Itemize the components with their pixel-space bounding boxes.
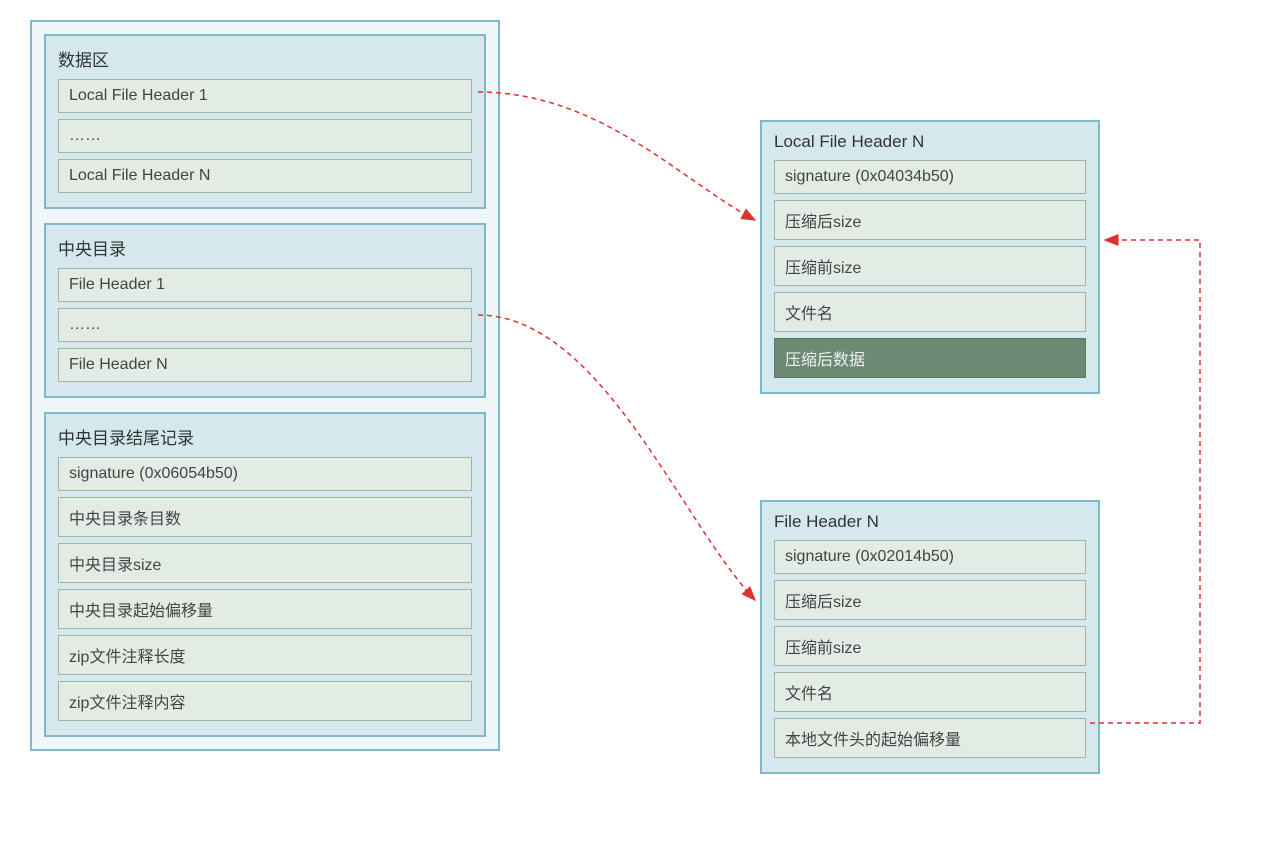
- data-area-section: 数据区 Local File Header 1 …… Local File He…: [44, 34, 486, 209]
- data-area-title: 数据区: [58, 46, 472, 71]
- field-row: File Header N: [58, 348, 472, 382]
- field-row-compressed-data: 压缩后数据: [774, 338, 1086, 378]
- field-row: Local File Header N: [58, 159, 472, 193]
- field-row: 本地文件头的起始偏移量: [774, 718, 1086, 758]
- field-row: ……: [58, 119, 472, 153]
- field-row: zip文件注释内容: [58, 681, 472, 721]
- zip-structure-container: 数据区 Local File Header 1 …… Local File He…: [30, 20, 500, 751]
- field-row: 中央目录size: [58, 543, 472, 583]
- field-row: 压缩前size: [774, 246, 1086, 286]
- field-row: Local File Header 1: [58, 79, 472, 113]
- field-row: 压缩后size: [774, 200, 1086, 240]
- local-file-header-detail: Local File Header N signature (0x04034b5…: [760, 120, 1100, 394]
- field-row: 文件名: [774, 292, 1086, 332]
- field-row: 压缩前size: [774, 626, 1086, 666]
- eocd-section: 中央目录结尾记录 signature (0x06054b50) 中央目录条目数 …: [44, 412, 486, 737]
- field-row: 中央目录起始偏移量: [58, 589, 472, 629]
- eocd-title: 中央目录结尾记录: [58, 424, 472, 449]
- lfh-detail-title: Local File Header N: [774, 132, 1086, 152]
- field-row: signature (0x06054b50): [58, 457, 472, 491]
- field-row: signature (0x02014b50): [774, 540, 1086, 574]
- field-row: 文件名: [774, 672, 1086, 712]
- fh-detail-title: File Header N: [774, 512, 1086, 532]
- field-row: 中央目录条目数: [58, 497, 472, 537]
- arrow-fh: [478, 315, 755, 600]
- central-directory-title: 中央目录: [58, 235, 472, 260]
- central-directory-section: 中央目录 File Header 1 …… File Header N: [44, 223, 486, 398]
- arrow-offset-to-lfh: [1090, 240, 1200, 723]
- field-row: signature (0x04034b50): [774, 160, 1086, 194]
- arrow-lfh: [478, 92, 755, 220]
- field-row: 压缩后size: [774, 580, 1086, 620]
- field-row: zip文件注释长度: [58, 635, 472, 675]
- field-row: File Header 1: [58, 268, 472, 302]
- field-row: ……: [58, 308, 472, 342]
- file-header-detail: File Header N signature (0x02014b50) 压缩后…: [760, 500, 1100, 774]
